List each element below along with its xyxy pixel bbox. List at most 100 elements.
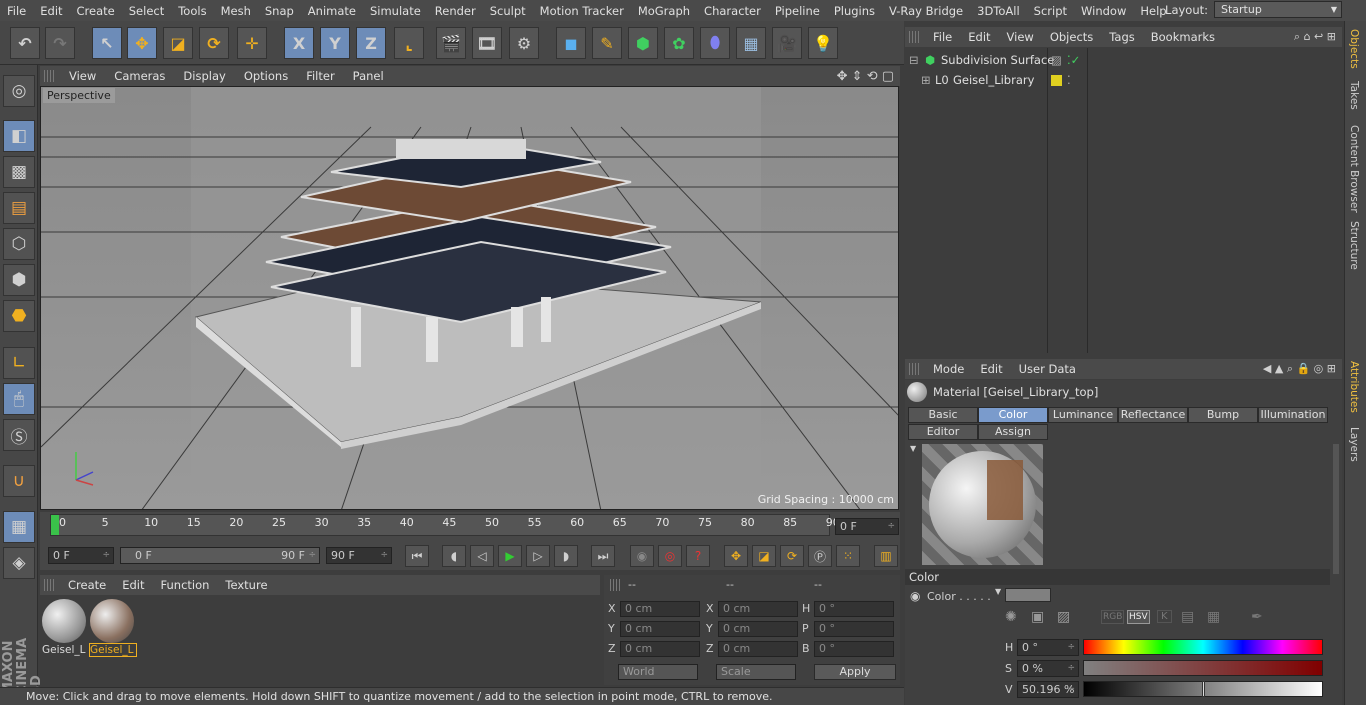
coord-field[interactable]: 0 cm: [718, 601, 798, 617]
coord-field[interactable]: 0 cm: [718, 621, 798, 637]
tab-bump[interactable]: Bump: [1188, 407, 1258, 423]
search-icon[interactable]: ⌕ ⌂ ↩ ⊞: [1294, 30, 1342, 44]
tab-luminance[interactable]: Luminance: [1048, 407, 1118, 423]
key-rotation-icon[interactable]: ⟳: [780, 545, 804, 567]
scale-dropdown[interactable]: Scale: [716, 664, 796, 680]
menu-character[interactable]: Character: [697, 4, 768, 18]
go-to-end-icon[interactable]: ⏭: [591, 545, 615, 567]
y-axis-button[interactable]: Y: [320, 27, 350, 59]
cube-icon[interactable]: ◼: [556, 27, 586, 59]
saturation-slider[interactable]: [1083, 660, 1323, 676]
side-tab-attributes[interactable]: Attributes: [1348, 361, 1360, 413]
polygons-mode-icon[interactable]: ⬣: [3, 300, 35, 332]
h-field[interactable]: 0 °: [1017, 639, 1079, 656]
z-axis-button[interactable]: Z: [356, 27, 386, 59]
points-mode-icon[interactable]: ⬡: [3, 228, 35, 260]
range-slider[interactable]: 0 F 90 F: [120, 547, 320, 564]
apply-button[interactable]: Apply: [814, 664, 896, 680]
floor-icon[interactable]: ▦: [736, 27, 766, 59]
tab-assign[interactable]: Assign: [978, 424, 1048, 440]
collapse-icon[interactable]: ⊟: [909, 50, 919, 70]
coord-field[interactable]: 0 cm: [620, 601, 700, 617]
end-frame-field[interactable]: 90 F: [326, 547, 392, 564]
scrollbar[interactable]: [1333, 444, 1339, 574]
menu-script[interactable]: Script: [1027, 4, 1074, 18]
kelvin-button[interactable]: K: [1157, 610, 1172, 623]
vp-menu-filter[interactable]: Filter: [297, 69, 343, 83]
go-to-start-icon[interactable]: ⏮: [405, 545, 429, 567]
enabled-check-icon[interactable]: ⁚✓: [1067, 50, 1080, 70]
menu-mesh[interactable]: Mesh: [214, 4, 258, 18]
record-icon[interactable]: ◉: [630, 545, 654, 567]
auto-key-icon[interactable]: ◎: [658, 545, 682, 567]
rotate-tool-icon[interactable]: ⟳: [199, 27, 229, 59]
menu-mograph[interactable]: MoGraph: [631, 4, 697, 18]
next-frame-icon[interactable]: ▷: [526, 545, 550, 567]
tab-basic[interactable]: Basic: [908, 407, 978, 423]
play-icon[interactable]: ▶: [498, 545, 522, 567]
object-name[interactable]: Subdivision Surface: [941, 50, 1054, 70]
expand-icon[interactable]: ⊞: [921, 70, 931, 90]
hue-slider[interactable]: [1083, 639, 1323, 655]
magnet-icon[interactable]: ∪: [3, 465, 35, 497]
coord-field[interactable]: 0 cm: [620, 641, 700, 657]
move-tool-icon[interactable]: ✥: [127, 27, 157, 59]
prev-key-icon[interactable]: ◖: [442, 545, 466, 567]
menu-sculpt[interactable]: Sculpt: [483, 4, 533, 18]
dropdown-triangle-icon[interactable]: ▼: [995, 587, 1001, 596]
key-position-icon[interactable]: ✥: [724, 545, 748, 567]
coord-field[interactable]: 0 °: [814, 621, 894, 637]
axis-mode-icon[interactable]: ∟: [3, 347, 35, 379]
key-scale-icon[interactable]: ◪: [752, 545, 776, 567]
attr-menu-edit[interactable]: Edit: [972, 362, 1010, 376]
obj-menu-objects[interactable]: Objects: [1042, 30, 1101, 44]
menu-file[interactable]: File: [0, 4, 33, 18]
menu-v-ray-bridge[interactable]: V-Ray Bridge: [882, 4, 970, 18]
attr-menu-mode[interactable]: Mode: [925, 362, 972, 376]
timeline-icon[interactable]: ▥: [874, 545, 898, 567]
mat-menu-edit[interactable]: Edit: [114, 578, 152, 592]
camera-icon[interactable]: 🎥: [772, 27, 802, 59]
world-dropdown[interactable]: World: [618, 664, 698, 680]
perspective-viewport[interactable]: Perspective Grid Spacing : 10000 cm: [40, 86, 899, 510]
tab-illumination[interactable]: Illumination: [1258, 407, 1328, 423]
object-name[interactable]: Geisel_Library: [953, 70, 1034, 90]
material-name-selected[interactable]: Geisel_L: [89, 643, 137, 657]
s-field[interactable]: 0 %: [1017, 660, 1079, 677]
v-field[interactable]: 50.196 %: [1017, 681, 1079, 698]
keyframe-selection-icon[interactable]: ?: [686, 545, 710, 567]
subdivision-icon[interactable]: ⬢: [628, 27, 658, 59]
tab-editor[interactable]: Editor: [908, 424, 978, 440]
locked-workplane-icon[interactable]: ◈: [3, 547, 35, 579]
menu-create[interactable]: Create: [70, 4, 122, 18]
mat-menu-function[interactable]: Function: [153, 578, 218, 592]
side-tab-takes[interactable]: Takes: [1348, 81, 1360, 110]
time-cursor[interactable]: [51, 515, 59, 535]
spectrum-icon[interactable]: ▣: [1031, 609, 1044, 625]
object-row-subdivision[interactable]: ⊟ ⬢ Subdivision Surface ▨ ⁚✓: [905, 50, 1342, 70]
vp-menu-display[interactable]: Display: [174, 69, 234, 83]
coord-field[interactable]: 0 cm: [718, 641, 798, 657]
material-preview[interactable]: [922, 444, 1043, 565]
snap-icon[interactable]: Ⓢ: [3, 419, 35, 451]
vp-menu-cameras[interactable]: Cameras: [105, 69, 174, 83]
obj-menu-edit[interactable]: Edit: [960, 30, 998, 44]
value-slider[interactable]: [1083, 681, 1323, 697]
workplane-icon[interactable]: ▤: [3, 192, 35, 224]
tweak-mode-icon[interactable]: 🖱: [3, 383, 35, 415]
collapse-triangle-icon[interactable]: ▼: [910, 444, 916, 453]
menu-simulate[interactable]: Simulate: [363, 4, 428, 18]
obj-menu-file[interactable]: File: [925, 30, 960, 44]
current-frame-field[interactable]: 0 F: [835, 518, 899, 535]
light-icon[interactable]: 💡: [808, 27, 838, 59]
obj-menu-tags[interactable]: Tags: [1101, 30, 1142, 44]
coord-field[interactable]: 0 cm: [620, 621, 700, 637]
coord-field[interactable]: 0 °: [814, 601, 894, 617]
layout-dropdown[interactable]: Startup: [1214, 1, 1342, 18]
menu-window[interactable]: Window: [1074, 4, 1133, 18]
obj-menu-bookmarks[interactable]: Bookmarks: [1143, 30, 1223, 44]
next-key-icon[interactable]: ◗: [554, 545, 578, 567]
scale-tool-icon[interactable]: ◪: [163, 27, 193, 59]
coord-field[interactable]: 0 °: [814, 641, 894, 657]
undo-icon[interactable]: ↶: [10, 27, 40, 59]
